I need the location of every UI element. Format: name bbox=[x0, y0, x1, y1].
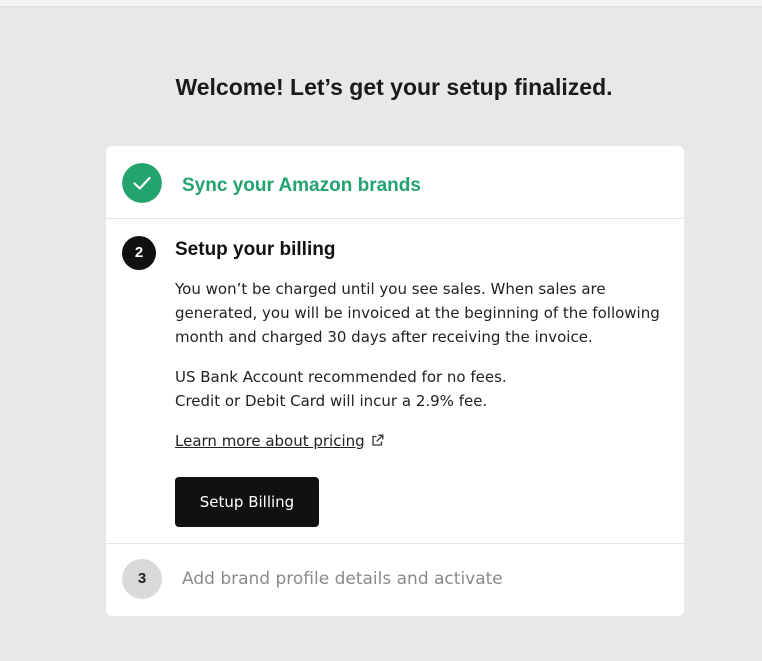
step-brand-profile[interactable]: 3 Add brand profile details and activate bbox=[106, 544, 684, 616]
fee-line-card: Credit or Debit Card will incur a 2.9% f… bbox=[175, 392, 488, 410]
billing-description: You won’t be charged until you see sales… bbox=[175, 280, 660, 346]
top-bar bbox=[0, 0, 762, 6]
pricing-link-text: Learn more about pricing bbox=[175, 432, 365, 450]
step-setup-billing: 2 Setup your billing You won’t be charge… bbox=[106, 219, 684, 544]
check-icon bbox=[122, 163, 162, 203]
learn-more-pricing-link[interactable]: Learn more about pricing bbox=[175, 429, 384, 453]
step-sync-brands[interactable]: Sync your Amazon brands bbox=[106, 146, 684, 219]
step-2-number: 2 bbox=[122, 236, 156, 270]
external-link-icon bbox=[372, 434, 384, 446]
setup-billing-button[interactable]: Setup Billing bbox=[175, 477, 319, 527]
page-title: Welcome! Let’s get your setup finalized. bbox=[175, 74, 613, 100]
step-2-title: Setup your billing bbox=[175, 239, 336, 260]
step-3-number: 3 bbox=[122, 559, 162, 599]
setup-steps-card: Sync your Amazon brands 2 Setup your bil… bbox=[106, 146, 684, 616]
step-1-label: Sync your Amazon brands bbox=[182, 175, 421, 196]
fee-info: US Bank Account recommended for no fees.… bbox=[175, 365, 665, 413]
fee-line-bank: US Bank Account recommended for no fees. bbox=[175, 368, 507, 386]
step-3-label: Add brand profile details and activate bbox=[182, 569, 503, 589]
